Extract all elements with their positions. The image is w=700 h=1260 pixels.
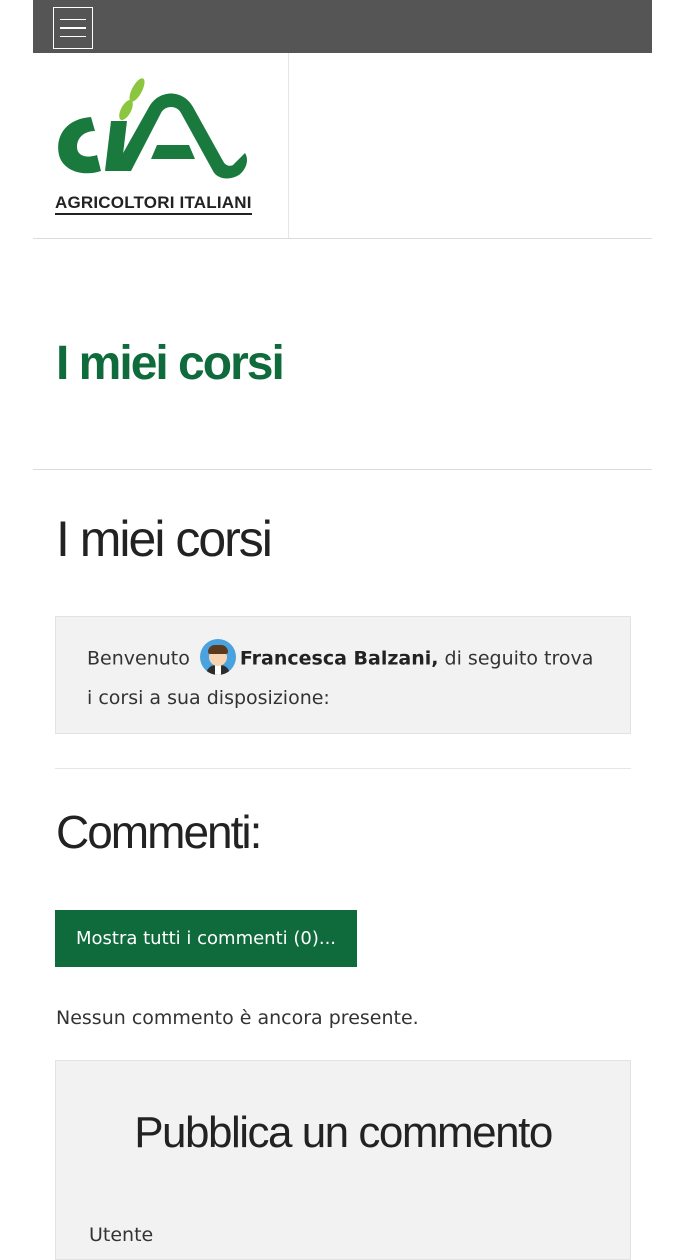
site-header: AGRICOLTORI ITALIANI <box>33 53 652 239</box>
welcome-box: Benvenuto Francesca Balzani, di seguito … <box>55 616 631 734</box>
menu-line-icon <box>60 35 86 38</box>
welcome-prefix: Benvenuto <box>87 647 190 670</box>
comments-title: Commenti: <box>56 806 262 858</box>
show-all-comments-button[interactable]: Mostra tutti i commenti (0)... <box>55 910 357 967</box>
logo-link[interactable]: AGRICOLTORI ITALIANI <box>33 53 289 238</box>
publish-comment-title: Pubblica un commento <box>134 1108 553 1157</box>
menu-line-icon <box>60 18 86 21</box>
section-title: I miei corsi <box>56 511 273 567</box>
user-avatar-icon <box>199 639 236 675</box>
top-navbar <box>33 0 652 53</box>
divider <box>55 768 631 769</box>
cia-logo-icon <box>58 78 247 179</box>
user-name: Francesca Balzani, <box>239 647 439 670</box>
menu-line-icon <box>60 27 86 29</box>
hamburger-menu-button[interactable] <box>53 7 93 49</box>
publish-comment-form: Pubblica un commento Utente <box>55 1060 631 1260</box>
logo-tagline: AGRICOLTORI ITALIANI <box>55 193 252 215</box>
no-comments-text: Nessun commento è ancora presente. <box>56 1007 419 1029</box>
user-field-label: Utente <box>89 1224 154 1246</box>
page-title: I miei corsi <box>56 337 285 390</box>
divider <box>33 469 652 470</box>
